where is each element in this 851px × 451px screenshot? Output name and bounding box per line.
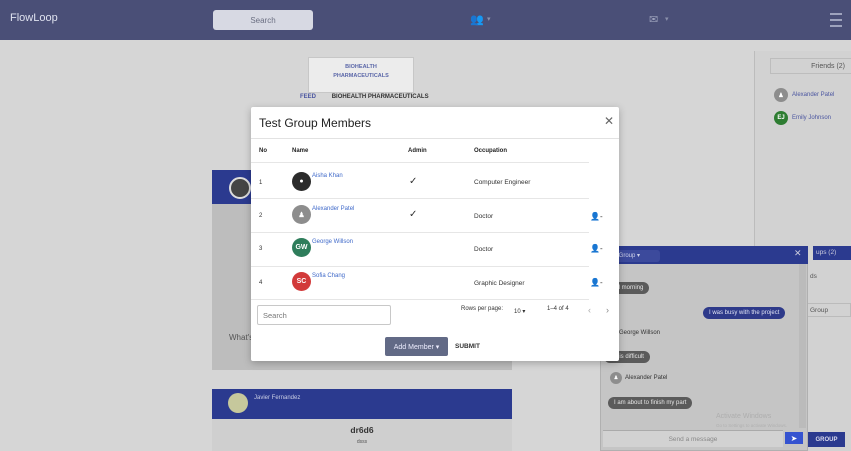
avatar: ♟ (774, 88, 788, 102)
divider (251, 299, 589, 300)
people-icon[interactable]: 👥 (470, 13, 484, 26)
avatar: ♟ (610, 372, 622, 384)
member-name-link[interactable]: Sofia Chang (312, 273, 345, 279)
row-number: 3 (259, 246, 263, 252)
friend-name: Alexander Patel (792, 92, 835, 98)
member-search-input[interactable]: Search (257, 305, 391, 325)
tab-feed[interactable]: FEED (300, 94, 316, 100)
chevron-left-icon[interactable]: ‹ (588, 305, 591, 315)
chevron-down-icon[interactable]: ▾ (487, 15, 491, 23)
pagination-range: 1–4 of 4 (547, 306, 569, 312)
avatar (228, 393, 248, 413)
occupation-cell: Computer Engineer (474, 179, 531, 186)
row-number: 1 (259, 180, 263, 186)
close-icon[interactable]: ✕ (794, 248, 802, 259)
search-input[interactable]: Search (213, 10, 313, 30)
avatar: ♟ (292, 205, 311, 224)
admin-check-icon: ✓ (409, 209, 418, 220)
add-member-button[interactable]: Add Member ▾ (385, 337, 448, 356)
member-name-link[interactable]: Aisha Khan (312, 173, 343, 179)
member-name-cell[interactable]: SC Sofia Chang (292, 272, 345, 291)
avatar: SC (292, 272, 311, 291)
friend-name: Emily Johnson (792, 115, 832, 121)
tab-organization[interactable]: BIOHEALTH PHARMACEUTICALS (332, 94, 429, 100)
post-title: dr6d6 (350, 425, 374, 435)
remove-member-icon[interactable]: 👤- (590, 212, 603, 221)
organization-card[interactable]: BIOHEALTH PHARMACEUTICALS (308, 57, 414, 93)
chevron-down-icon[interactable]: ▾ (665, 15, 669, 23)
column-header-occupation: Occupation (474, 148, 508, 154)
member-name-cell[interactable]: ● Aisha Khan (292, 172, 343, 191)
member-name-link[interactable]: Alexander Patel (312, 206, 354, 212)
feed-tabs: FEED BIOHEALTH PHARMACEUTICALS (300, 94, 443, 100)
menu-icon[interactable] (830, 13, 842, 27)
divider (251, 232, 589, 233)
friends-title: Friends (2) (770, 58, 851, 74)
avatar (229, 177, 251, 199)
rows-per-page-select[interactable]: 10 ▾ (514, 308, 525, 315)
friend-item[interactable]: ♟ Alexander Patel (774, 87, 834, 103)
org-name-line2: PHARMACEUTICALS (333, 73, 389, 79)
post-author: Javier Fernandez (254, 395, 301, 401)
chat-sender-name: Alexander Patel (625, 375, 668, 381)
groups-title: ups (2) (813, 246, 851, 260)
group-item[interactable]: Group (806, 303, 851, 317)
column-header-no: No (259, 148, 267, 154)
column-header-name: Name (292, 148, 309, 154)
activation-watermark: Activate Windows (716, 413, 772, 420)
chat-panel (600, 246, 808, 451)
remove-member-icon[interactable]: 👤- (590, 278, 603, 287)
chat-scrollbar[interactable] (799, 264, 806, 428)
post-composer[interactable]: What's (229, 333, 253, 342)
divider (251, 138, 619, 139)
divider (251, 198, 589, 199)
chat-message: I am about to finish my part (608, 397, 693, 409)
row-number: 2 (259, 213, 263, 219)
occupation-cell: Doctor (474, 213, 494, 220)
chat-message: I was busy with the project (703, 307, 786, 319)
group-item[interactable]: ds (810, 273, 817, 280)
friend-item[interactable]: EJ Emily Johnson (774, 110, 831, 126)
avatar: EJ (774, 111, 788, 125)
post-body (212, 419, 512, 451)
divider (251, 266, 589, 267)
divider (251, 162, 589, 163)
message-input[interactable]: Send a message (603, 430, 783, 447)
column-header-admin: Admin (408, 148, 427, 154)
chevron-right-icon[interactable]: › (606, 305, 609, 315)
admin-check-icon: ✓ (409, 176, 418, 187)
org-name-line1: BIOHEALTH (345, 64, 377, 70)
send-icon[interactable]: ➤ (785, 432, 803, 444)
avatar: ● (292, 172, 311, 191)
dialog-title: Test Group Members (259, 116, 372, 130)
activation-watermark-sub: Go to Settings to activate Windows. (716, 423, 788, 428)
member-name-cell[interactable]: GW George Willson (292, 238, 353, 257)
create-group-button[interactable]: GROUP (808, 432, 845, 447)
member-name-cell[interactable]: ♟ Alexander Patel (292, 205, 354, 224)
remove-member-icon[interactable]: 👤- (590, 244, 603, 253)
top-navbar (0, 0, 851, 40)
close-icon[interactable]: ✕ (604, 114, 614, 128)
post-header (212, 389, 512, 419)
chat-sender: ♟ Alexander Patel (610, 372, 667, 384)
messages-icon[interactable]: ✉ (649, 13, 658, 26)
row-number: 4 (259, 280, 263, 286)
occupation-cell: Doctor (474, 246, 494, 253)
app-brand[interactable]: FlowLoop (10, 12, 58, 24)
post-subtitle: dsss (356, 439, 368, 445)
submit-button[interactable]: SUBMIT (455, 343, 480, 350)
avatar: GW (292, 238, 311, 257)
rows-per-page-label: Rows per page: (461, 306, 504, 312)
chat-sender-name: George Willson (619, 330, 661, 336)
occupation-cell: Graphic Designer (474, 280, 525, 287)
member-name-link[interactable]: George Willson (312, 239, 353, 245)
